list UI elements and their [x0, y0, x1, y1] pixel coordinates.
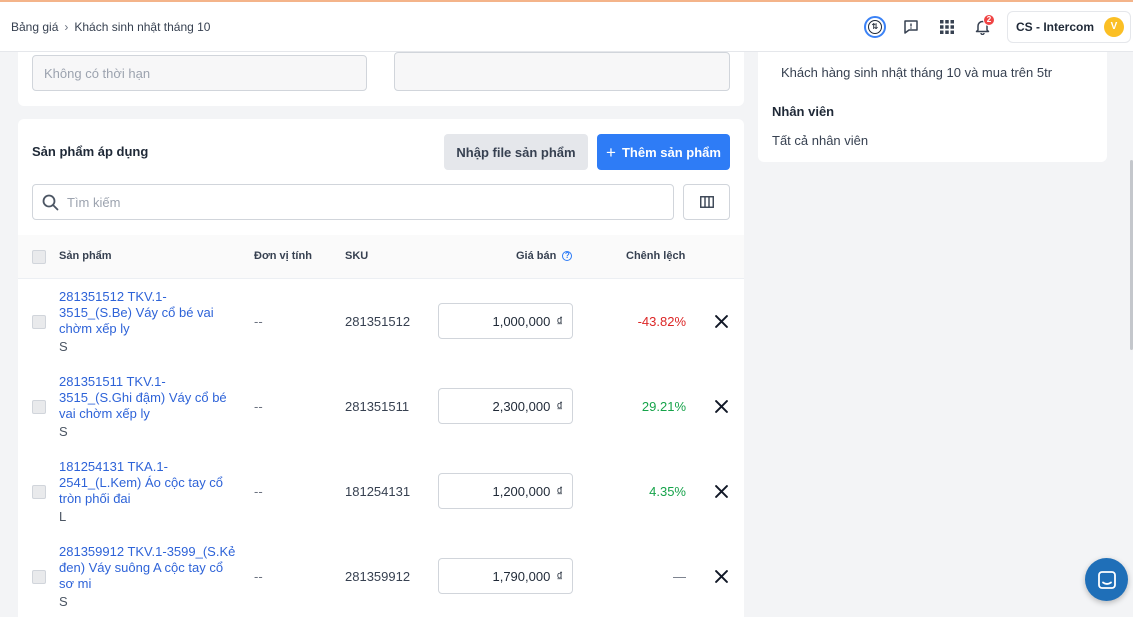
table-header: Sản phẩm Đơn vị tính SKU Giá bán? Chênh … — [18, 235, 744, 279]
row-checkbox[interactable] — [32, 315, 46, 329]
breadcrumb-separator: › — [64, 19, 69, 34]
unit-value: -- — [254, 569, 263, 584]
product-variant: S — [59, 424, 68, 439]
product-name-link[interactable]: 281351511 TKV.1-3515_(S.Ghi đậm) Váy cổ … — [59, 374, 237, 422]
table-row: 281359912 TKV.1-3599_(S.Kẻ đen) Váy suôn… — [18, 534, 744, 617]
price-value: 2,300,000 — [492, 398, 551, 414]
unit-value: -- — [254, 484, 263, 499]
top-bar: Bảng giá › Khách sinh nhật tháng 10 ⇅ 2 … — [0, 0, 1133, 52]
search-icon — [42, 194, 59, 210]
section-title: Sản phẩm áp dụng — [32, 144, 149, 159]
currency-symbol: ₫ — [556, 398, 563, 414]
unit-value: -- — [254, 399, 263, 414]
col-unit: Đơn vị tính — [254, 250, 312, 262]
sku-value: 281351511 — [345, 399, 410, 414]
currency-symbol: ₫ — [556, 568, 563, 584]
feedback-button[interactable] — [893, 9, 929, 45]
sku-value: 281351512 — [345, 314, 411, 329]
help-icon[interactable]: ? — [562, 250, 573, 261]
price-value: 1,790,000 — [492, 568, 551, 584]
remove-row-icon[interactable] — [715, 570, 728, 583]
col-sku: SKU — [345, 250, 369, 262]
sku-value: 281359912 — [345, 569, 411, 584]
price-diff: 4.35% — [649, 484, 686, 499]
message-icon — [904, 19, 918, 34]
add-product-button[interactable]: + Thêm sản phẩm — [597, 134, 730, 170]
currency-symbol: ₫ — [556, 483, 563, 499]
price-input[interactable]: 2,300,000 ₫ — [438, 388, 573, 424]
price-diff: — — [673, 569, 686, 584]
column-settings-button[interactable] — [683, 184, 730, 220]
table-row: 281351512 TKV.1-3515_(S.Be) Váy cổ bé va… — [18, 279, 744, 364]
account-menu[interactable]: CS - Intercom V — [1006, 10, 1131, 43]
price-diff: -43.82% — [637, 314, 686, 329]
avatar: V — [1104, 16, 1124, 37]
currency-symbol: ₫ — [556, 313, 563, 329]
duration-placeholder: Không có thời hạn — [44, 65, 151, 81]
staff-title: Nhân viên — [772, 104, 835, 119]
row-checkbox[interactable] — [32, 570, 46, 584]
remove-row-icon[interactable] — [715, 315, 728, 328]
table-row: 281351511 TKV.1-3515_(S.Ghi đậm) Váy cổ … — [18, 364, 744, 449]
product-variant: S — [59, 594, 68, 609]
products-card: Sản phẩm áp dụng Nhập file sản phẩm + Th… — [18, 119, 744, 617]
notifications-button[interactable]: 2 — [965, 9, 1001, 45]
breadcrumb-root-link[interactable]: Bảng giá — [11, 20, 58, 34]
product-name-link[interactable]: 281351512 TKV.1-3515_(S.Be) Váy cổ bé va… — [59, 289, 237, 337]
customer-condition-text: Khách hàng sinh nhật tháng 10 và mua trê… — [781, 65, 1053, 80]
breadcrumb-current: Khách sinh nhật tháng 10 — [74, 19, 211, 34]
sku-value: 181254131 — [345, 484, 411, 499]
import-products-button[interactable]: Nhập file sản phẩm — [444, 134, 588, 170]
secondary-field[interactable] — [394, 52, 730, 91]
select-all-checkbox[interactable] — [32, 250, 46, 264]
unit-value: -- — [254, 314, 263, 329]
price-value: 1,200,000 — [492, 483, 551, 499]
account-name: CS - Intercom — [1015, 19, 1094, 34]
staff-value: Tất cả nhân viên — [772, 133, 869, 148]
notification-badge: 2 — [982, 13, 995, 26]
col-price-label: Giá bán — [516, 250, 557, 262]
row-checkbox[interactable] — [32, 485, 46, 499]
col-product: Sản phẩm — [59, 250, 112, 262]
price-diff: 29.21% — [641, 399, 686, 414]
remove-row-icon[interactable] — [715, 400, 728, 413]
row-checkbox[interactable] — [32, 400, 46, 414]
plus-icon: + — [606, 142, 616, 162]
product-name-link[interactable]: 281359912 TKV.1-3599_(S.Kẻ đen) Váy suôn… — [59, 544, 237, 592]
apps-button[interactable] — [929, 9, 965, 45]
sync-button[interactable]: ⇅ — [857, 9, 893, 45]
chat-icon — [1097, 570, 1116, 589]
duration-field[interactable]: Không có thời hạn — [32, 55, 367, 91]
remove-row-icon[interactable] — [715, 485, 728, 498]
price-input[interactable]: 1,200,000 ₫ — [438, 473, 573, 509]
search-input[interactable]: Tìm kiếm — [32, 184, 674, 220]
price-value: 1,000,000 — [492, 313, 551, 329]
product-name-link[interactable]: 181254131 TKA.1-2541_(L.Kem) Áo cộc tay … — [59, 459, 237, 507]
grid-icon — [939, 19, 954, 34]
price-input[interactable]: 1,000,000 ₫ — [438, 303, 573, 339]
sync-icon: ⇅ — [863, 15, 886, 38]
price-input[interactable]: 1,790,000 ₫ — [438, 558, 573, 594]
add-product-label: Thêm sản phẩm — [621, 144, 721, 160]
col-price: Giá bán? — [516, 250, 573, 262]
product-variant: L — [59, 509, 67, 524]
search-placeholder: Tìm kiếm — [67, 194, 121, 210]
col-diff: Chênh lệch — [626, 250, 686, 262]
chat-launcher-button[interactable] — [1085, 558, 1128, 601]
breadcrumb: Bảng giá › Khách sinh nhật tháng 10 — [0, 20, 210, 34]
columns-icon — [699, 196, 714, 208]
product-variant: S — [59, 339, 68, 354]
conditions-panel: Khách hàng sinh nhật tháng 10 và mua trê… — [758, 40, 1107, 162]
table-row: 181254131 TKA.1-2541_(L.Kem) Áo cộc tay … — [18, 449, 744, 534]
